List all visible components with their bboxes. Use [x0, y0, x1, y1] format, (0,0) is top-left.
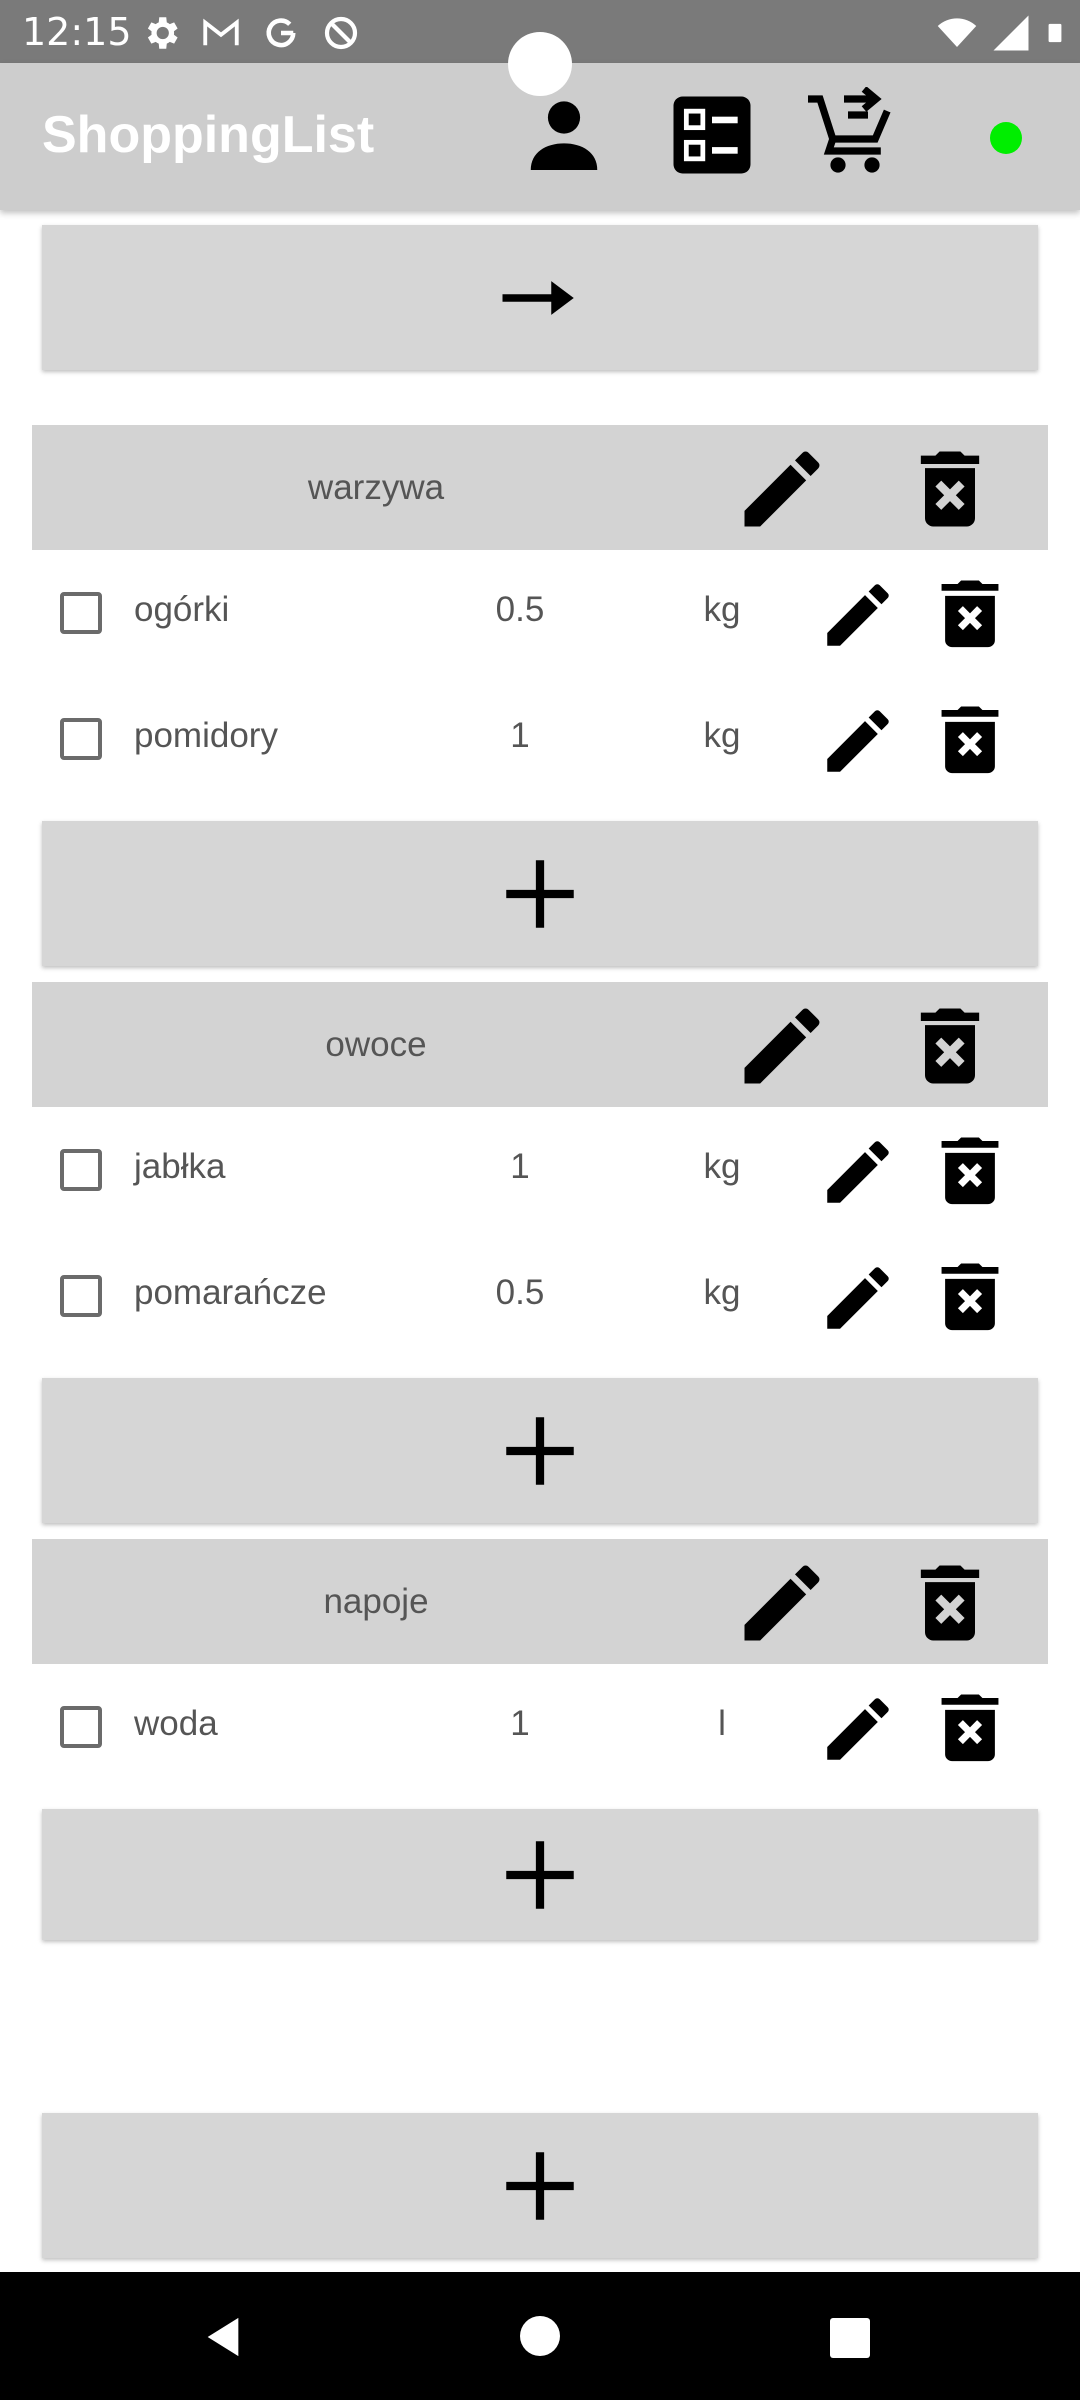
pencil-icon: [827, 710, 889, 772]
item-name: woda: [134, 1704, 218, 1743]
add-category-button[interactable]: [42, 2113, 1038, 2258]
battery-icon: [1048, 23, 1062, 43]
edit-category-button[interactable]: [732, 996, 832, 1096]
google-icon: [266, 18, 296, 48]
item-name: pomarańcze: [134, 1273, 327, 1312]
arrow-right-icon: [502, 280, 574, 315]
item-checkbox[interactable]: [60, 718, 102, 760]
item-name: ogórki: [134, 590, 230, 629]
edit-item-button[interactable]: [817, 700, 899, 782]
edit-item-button[interactable]: [817, 1257, 899, 1339]
category-header: owoce: [32, 982, 1048, 1107]
plus-icon: [506, 2151, 574, 2220]
list-item: pomidory 1 kg: [32, 686, 1048, 796]
edit-category-button[interactable]: [732, 1553, 832, 1653]
navigation-bar: [0, 2272, 1080, 2400]
edit-item-button[interactable]: [817, 574, 899, 656]
item-unit: kg: [703, 1147, 741, 1186]
item-unit: kg: [703, 1273, 741, 1312]
recents-icon[interactable]: [830, 2318, 870, 2358]
system-status-icons: [936, 12, 1066, 54]
pencil-icon: [827, 1698, 889, 1760]
wifi-icon: [937, 18, 977, 47]
delete-item-button[interactable]: [938, 572, 1002, 654]
add-to-cart-icon[interactable]: [804, 87, 900, 183]
item-name: pomidory: [134, 716, 278, 755]
item-name: jabłka: [134, 1147, 226, 1186]
item-unit: l: [718, 1704, 726, 1743]
add-item-button[interactable]: [42, 1378, 1038, 1523]
item-quantity: 1: [510, 1704, 530, 1743]
notification-icons: [140, 12, 362, 54]
item-checkbox[interactable]: [60, 1706, 102, 1748]
delete-item-button[interactable]: [938, 698, 1002, 780]
trash-icon: [941, 1263, 999, 1331]
category-name: owoce: [325, 1024, 427, 1064]
app-title: ShoppingList: [42, 106, 375, 164]
add-item-button[interactable]: [42, 1809, 1038, 1940]
category-header: napoje: [32, 1539, 1048, 1664]
delete-item-button[interactable]: [938, 1129, 1002, 1211]
gmail-icon: [203, 18, 239, 46]
category-name: warzywa: [307, 467, 445, 507]
list-item: pomarańcze 0.5 kg: [32, 1243, 1048, 1353]
edit-item-button[interactable]: [817, 1688, 899, 1770]
category-header: warzywa: [32, 425, 1048, 550]
item-unit: kg: [703, 716, 741, 755]
item-quantity: 0.5: [495, 1273, 545, 1312]
item-quantity: 1: [510, 1147, 530, 1186]
delete-category-button[interactable]: [900, 996, 1000, 1096]
back-icon[interactable]: [200, 2314, 246, 2360]
home-icon[interactable]: [520, 2316, 560, 2356]
trash-icon: [941, 706, 999, 774]
data-saver-icon: [324, 16, 358, 50]
item-checkbox[interactable]: [60, 1149, 102, 1191]
account-icon[interactable]: [522, 93, 606, 177]
list-item: jabłka 1 kg: [32, 1117, 1048, 1227]
list-item: woda 1 l: [32, 1674, 1048, 1784]
pencil-icon: [744, 1565, 820, 1641]
connection-status-indicator: [990, 122, 1022, 154]
plus-icon: [506, 1416, 574, 1485]
list-item: ogórki 0.5 kg: [32, 560, 1048, 670]
pencil-icon: [744, 451, 820, 527]
camera-cutout: [508, 32, 572, 96]
pencil-icon: [827, 1267, 889, 1329]
pencil-icon: [827, 1141, 889, 1203]
item-checkbox[interactable]: [60, 592, 102, 634]
status-time: 12:15: [22, 10, 132, 54]
delete-item-button[interactable]: [938, 1255, 1002, 1337]
pencil-icon: [744, 1008, 820, 1084]
delete-item-button[interactable]: [938, 1686, 1002, 1768]
add-item-button[interactable]: [42, 821, 1038, 966]
item-checkbox[interactable]: [60, 1275, 102, 1317]
settings-icon: [147, 17, 178, 49]
next-button[interactable]: [42, 225, 1038, 370]
trash-icon: [920, 1565, 980, 1641]
category-name: napoje: [323, 1581, 429, 1621]
signal-icon: [993, 15, 1029, 51]
item-quantity: 0.5: [495, 590, 545, 629]
trash-icon: [920, 451, 980, 527]
edit-category-button[interactable]: [732, 439, 832, 539]
list-view-icon[interactable]: [668, 91, 756, 179]
trash-icon: [941, 1694, 999, 1762]
pencil-icon: [827, 584, 889, 646]
edit-item-button[interactable]: [817, 1131, 899, 1213]
item-unit: kg: [703, 590, 741, 629]
trash-icon: [941, 580, 999, 648]
trash-icon: [941, 1137, 999, 1205]
delete-category-button[interactable]: [900, 439, 1000, 539]
delete-category-button[interactable]: [900, 1553, 1000, 1653]
trash-icon: [920, 1008, 980, 1084]
item-quantity: 1: [510, 716, 530, 755]
plus-icon: [506, 1840, 574, 1909]
plus-icon: [506, 859, 574, 928]
